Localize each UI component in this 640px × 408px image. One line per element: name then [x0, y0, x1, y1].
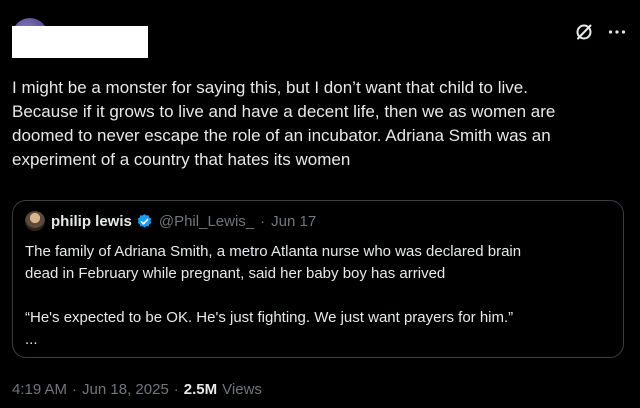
tweet-date[interactable]: Jun 18, 2025: [82, 381, 169, 398]
quoted-author-avatar[interactable]: [25, 211, 45, 231]
tweet-time[interactable]: 4:19 AM: [12, 381, 67, 398]
quoted-tweet-text: The family of Adriana Smith, a metro Atl…: [25, 241, 611, 351]
verified-badge-icon: [136, 213, 153, 230]
tweet-text-line: doomed to never escape the role of an in…: [12, 126, 551, 145]
quoted-tweet-date[interactable]: Jun 17: [271, 213, 316, 230]
quoted-text-line: “He's expected to be OK. He's just fight…: [25, 309, 514, 326]
tweet-text-line: experiment of a country that hates its w…: [12, 150, 351, 169]
tweet-meta: 4:19 AM · Jun 18, 2025 · 2.5M Views: [12, 381, 262, 398]
tweet-text: I might be a monster for saying this, bu…: [12, 76, 632, 172]
grok-icon[interactable]: [574, 22, 594, 42]
quoted-text-line: dead in February while pregnant, said he…: [25, 265, 446, 282]
tweet-actions-top: [574, 22, 626, 42]
quoted-text-ellipsis: ...: [25, 331, 38, 348]
views-count[interactable]: 2.5M: [184, 381, 217, 398]
separator-dot: ·: [72, 381, 78, 398]
quoted-text-line: The family of Adriana Smith, a metro Atl…: [25, 243, 522, 260]
tweet-text-line: Because if it grows to live and have a d…: [12, 102, 556, 121]
quoted-author-handle[interactable]: @Phil_Lewis_: [159, 213, 254, 230]
separator-dot: ·: [173, 381, 179, 398]
quoted-author-name[interactable]: philip lewis: [51, 213, 132, 230]
quoted-tweet-card[interactable]: philip lewis @Phil_Lewis_ · Jun 17 The f…: [12, 200, 624, 358]
quoted-tweet-header: philip lewis @Phil_Lewis_ · Jun 17: [25, 211, 316, 231]
tweet-text-line: I might be a monster for saying this, bu…: [12, 78, 528, 97]
redacted-author-name: [12, 26, 148, 58]
views-label: Views: [222, 381, 262, 398]
more-options-icon[interactable]: [608, 29, 626, 35]
separator-dot: ·: [260, 212, 266, 230]
